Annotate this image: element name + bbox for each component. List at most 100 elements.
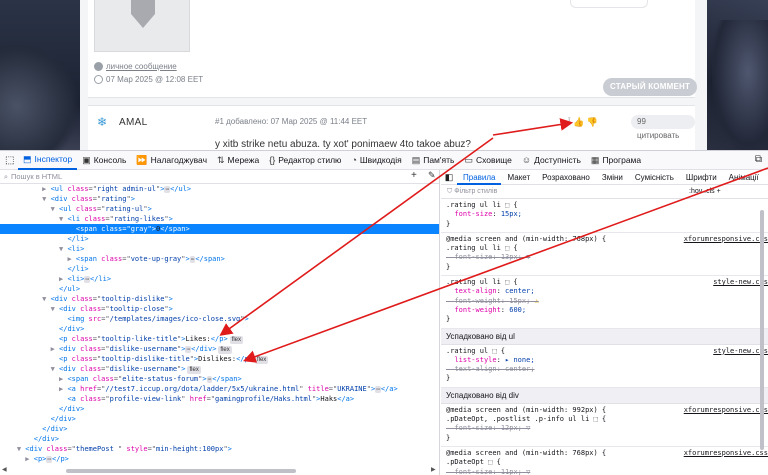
sidebar-tab[interactable]: Макет [501, 170, 536, 185]
tab-memory[interactable]: ▤ Пам'ять [407, 151, 460, 170]
tab-inspector[interactable]: ⬒ Інспектор [18, 151, 78, 170]
stylesheet-link[interactable]: xforumresponsive.css [684, 406, 768, 415]
dom-node-row[interactable]: ▶ <a href="//test7.iccup.org/dota/ladder… [0, 384, 439, 394]
dom-node-row[interactable]: ▶ <span class="vote-up-gray">⋯</span> [0, 254, 439, 264]
tab-performance[interactable]: ◔ Швидкодія [346, 151, 406, 170]
scroll-right-icon[interactable]: ▶ [431, 466, 436, 473]
avatar[interactable] [94, 0, 190, 52]
sidebar-tab[interactable]: Розраховано [536, 170, 596, 185]
dom-node-row[interactable]: </div> [0, 404, 439, 414]
eyedropper-icon[interactable]: ✎ [428, 170, 436, 181]
expand-icon[interactable]: ▶ [67, 255, 75, 263]
pseudo-class-controls[interactable]: :hov .cls + [689, 185, 721, 199]
dom-node-row[interactable]: <p class="tooltip-like-title">Likes:</p>… [0, 334, 439, 344]
dom-node-row[interactable]: ▼ <li class="rating-likes"> [0, 214, 439, 224]
dom-node-row[interactable]: </div> [0, 424, 439, 434]
stylesheet-link[interactable]: xforumresponsive.css [684, 235, 768, 244]
filter-input[interactable]: Фільтр стилів [454, 188, 497, 195]
tab-label: Швидкодія [359, 155, 402, 165]
dom-node-row[interactable]: </li> [0, 234, 439, 244]
collapse-icon[interactable]: ▼ [51, 305, 59, 313]
flex-badge[interactable]: flex [254, 356, 269, 364]
tab-application[interactable]: ▦ Програма [586, 151, 646, 170]
scroll-left-icon[interactable]: ◀ [2, 466, 7, 473]
memory-icon: ▤ [411, 154, 421, 165]
css-rule[interactable]: .rating ul li ⬚ { font-size: 15px;} [441, 199, 768, 233]
dom-node-row[interactable]: </div> [0, 434, 439, 444]
horizontal-scrollbar[interactable]: ◀ ▶ [2, 467, 436, 474]
devtools-toolbar: ⬚ ⬒ Інспектор ▣ Консоль ⏩ Налагоджувач ⇅ Мережа… [0, 151, 768, 170]
sidebar-tab[interactable]: Сумісність [629, 170, 680, 185]
tab-label: Інспектор [34, 154, 73, 164]
inherited-header: Успадковано від div [441, 387, 768, 404]
accessibility-icon: ☺ [521, 155, 532, 165]
sidebar-tab[interactable]: Шрифти [680, 170, 723, 185]
dom-node-row[interactable]: <a class="profile-view-link" href="gamin… [0, 394, 439, 404]
tab-network[interactable]: ⇅ Мережа [212, 151, 264, 170]
css-rule[interactable]: style-new.css .rating ul ⬚ { list-style: … [441, 345, 768, 388]
layout-toggle-icon[interactable]: ◧ [441, 172, 457, 183]
css-rules[interactable]: .rating ul li ⬚ { font-size: 15px;} xforu… [441, 199, 768, 475]
dom-node-row[interactable]: <p class="tooltip-dislike-title">Dislike… [0, 354, 439, 364]
css-rule[interactable]: style-new.css .rating ul li ⬚ { text-alig… [441, 276, 768, 329]
sidebar-tab[interactable]: Зміни [596, 170, 629, 185]
tab-label: Консоль [93, 155, 127, 165]
tab-debugger[interactable]: ⏩ Налагоджувач [131, 151, 212, 170]
dom-node-row[interactable]: ▶ <ul class="right admin-ul">⋯</ul> [0, 184, 439, 194]
expand-icon[interactable]: ▶ [51, 345, 59, 353]
console-icon: ▣ [82, 154, 91, 165]
dom-node-row[interactable]: ▶ <div class="dislike-username">⋯</div> f… [0, 344, 439, 354]
flex-badge[interactable]: flex [229, 336, 243, 344]
old-comment-button[interactable]: СТАРЫЙ КОММЕНТ [603, 78, 697, 96]
dom-node-row[interactable]: ▼ <div class="themePost " style="min-hei… [0, 444, 439, 454]
thumbs-up-icon[interactable]: 👍 [573, 117, 584, 127]
tab-accessibility[interactable]: ☺ Доступність [517, 151, 586, 170]
vertical-scrollbar[interactable] [759, 200, 765, 470]
element-picker-icon[interactable]: ⬚ [0, 151, 18, 170]
quote-button[interactable]: 99 цитировать [631, 115, 695, 140]
dom-node-row[interactable]: </li> [0, 264, 439, 274]
tab-label: Програма [602, 155, 642, 165]
style-filter[interactable]: ⛉ Фільтр стилів :hov .cls + [441, 185, 768, 199]
add-node-icon[interactable]: + [411, 170, 417, 181]
dom-node-row[interactable]: ▼ <div class="rating"> [0, 194, 439, 204]
tab-console[interactable]: ▣ Консоль [77, 151, 131, 170]
sidebar-tab[interactable]: Анімації [723, 170, 765, 185]
collapse-icon[interactable]: ▼ [51, 205, 59, 213]
sidebar-tab[interactable]: Правила [457, 170, 502, 185]
post-username[interactable]: AMAL [119, 117, 147, 128]
thumbs-down-icon[interactable]: 👎 [587, 117, 598, 127]
css-rule[interactable]: xforumresponsive.css @media screen and (m… [441, 404, 768, 447]
dom-node-row[interactable]: ▶ <p>⋯</p> [0, 454, 439, 464]
dom-node-row[interactable]: ▶ <span class="elite-status-forum">⋯</sp… [0, 374, 439, 384]
background-art-right [707, 0, 768, 150]
private-message-link[interactable]: личное сообщение [106, 62, 177, 71]
css-rule[interactable]: xforumresponsive.css @media screen and (m… [441, 447, 768, 475]
dom-node-row[interactable]: </div> [0, 324, 439, 334]
expand-icon[interactable]: ▶ [42, 185, 50, 193]
dom-node-row[interactable]: ▼ <div class="dislike-username"> flex [0, 364, 439, 374]
tab-style-editor[interactable]: {} Редактор стилю [264, 151, 346, 170]
dom-node-row[interactable]: </div> [0, 414, 439, 424]
collapse-icon[interactable]: ▼ [42, 295, 50, 303]
dom-node-row[interactable]: ▼ <ul class="rating-ul"> [0, 204, 439, 214]
dom-node-row[interactable]: ▼ <li> [0, 244, 439, 254]
dom-tree[interactable]: ▶ <ul class="right admin-ul">⋯</ul> ▼ <d… [0, 184, 439, 464]
dom-node-row[interactable]: ▼ <div class="tooltip-close"> [0, 304, 439, 314]
tab-storage[interactable]: ▭ Сховище [459, 151, 516, 170]
collapse-icon[interactable]: ▼ [42, 195, 50, 203]
collapse-icon[interactable]: ▼ [51, 365, 59, 373]
dom-node-row[interactable]: </ul> [0, 284, 439, 294]
dock-icon[interactable]: ⧉ [755, 154, 762, 165]
dom-node-row[interactable]: ▼ <div class="tooltip-dislike"> [0, 294, 439, 304]
css-rule[interactable]: xforumresponsive.css @media screen and (m… [441, 233, 768, 277]
html-search[interactable]: ⌕ Пошук в HTML + ✎ [0, 170, 439, 184]
flex-badge[interactable]: flex [218, 346, 232, 354]
stylesheet-link[interactable]: xforumresponsive.css [684, 449, 768, 458]
dom-node-row[interactable]: ▶ <li>⋯</li> [0, 274, 439, 284]
dom-node-row[interactable]: <img src="/templates/images/ico-close.sv… [0, 314, 439, 324]
search-input[interactable]: Пошук в HTML [11, 172, 62, 181]
dom-node-row[interactable]: <span class="gray">0</span> [0, 224, 439, 234]
flex-badge[interactable]: flex [187, 366, 201, 374]
expand-icon[interactable]: ▶ [25, 455, 33, 463]
